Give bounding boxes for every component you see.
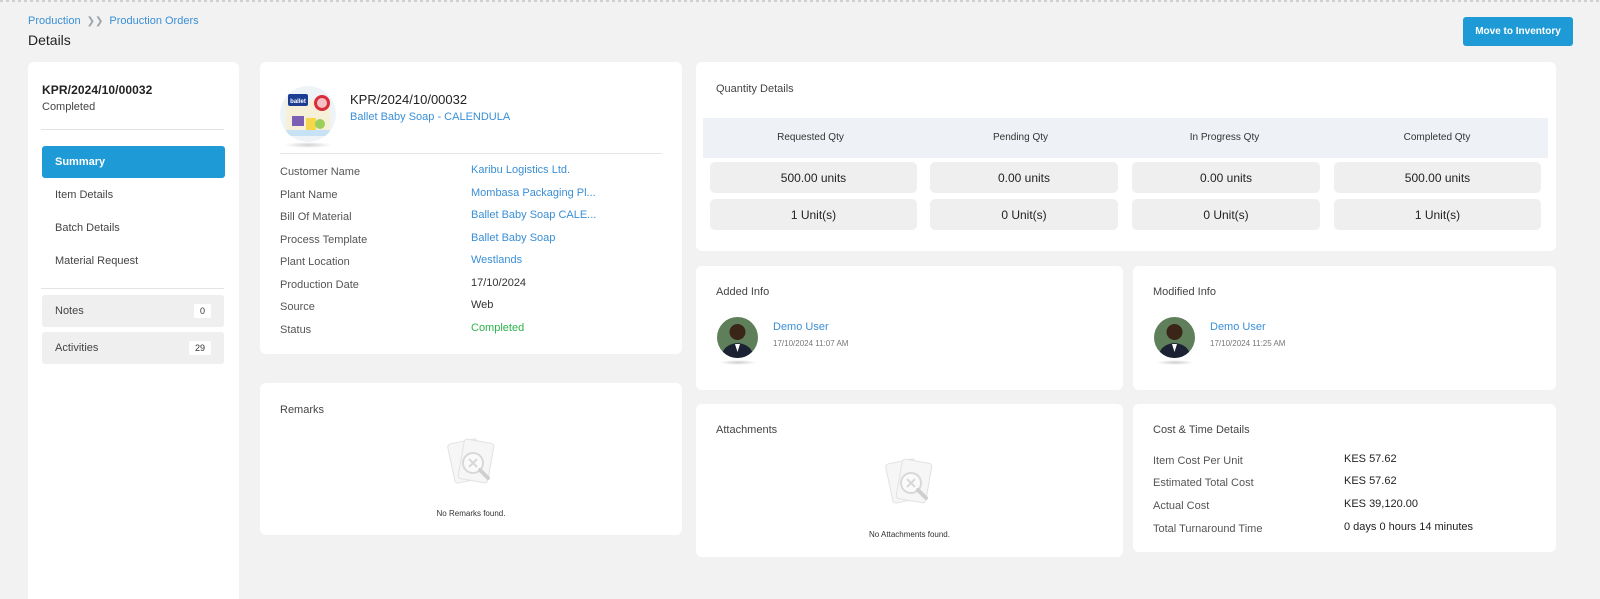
activities-label: Activities — [55, 342, 99, 354]
cost-title: Cost & Time Details — [1153, 424, 1250, 436]
sidebar-item-notes[interactable]: Notes 0 — [42, 295, 224, 327]
added-timestamp: 17/10/2024 11:07 AM — [773, 339, 849, 348]
notes-label: Notes — [55, 305, 84, 317]
breadcrumb-production-orders[interactable]: Production Orders — [109, 15, 198, 27]
quantity-cell: 0 Unit(s) — [1132, 199, 1320, 230]
added-info-title: Added Info — [716, 286, 770, 298]
cost-value-turnaround-time: 0 days 0 hours 14 minutes — [1344, 521, 1474, 533]
quantity-header-completed: Completed Qty — [1403, 132, 1471, 143]
field-label-source: Source — [280, 301, 315, 313]
modified-by-user-link[interactable]: Demo User — [1210, 321, 1266, 333]
sidebar-item-batch-details[interactable]: Batch Details — [42, 212, 225, 244]
modified-info-title: Modified Info — [1153, 286, 1216, 298]
quantity-table-header: Requested Qty Pending Qty In Progress Qt… — [703, 118, 1548, 158]
cost-value-item-cost-per-unit: KES 57.62 — [1344, 453, 1397, 465]
added-by-user-link[interactable]: Demo User — [773, 321, 829, 333]
avatar-shadow — [1156, 360, 1194, 365]
field-value-customer-name[interactable]: Karibu Logistics Ltd. — [471, 164, 570, 176]
attachments-card: Attachments No Attachments found. — [696, 404, 1123, 557]
product-image: ballet — [280, 86, 336, 142]
quantity-cell: 500.00 units — [710, 162, 917, 193]
quantity-details-card: Quantity Details Requested Qty Pending Q… — [696, 62, 1556, 251]
avatar — [717, 317, 758, 358]
field-value-production-date: 17/10/2024 — [471, 277, 527, 289]
field-value-plant-location[interactable]: Westlands — [471, 254, 522, 266]
remarks-title: Remarks — [280, 404, 325, 416]
field-label-customer-name: Customer Name — [280, 166, 361, 178]
sidebar-divider — [41, 129, 224, 130]
cost-label-turnaround-time: Total Turnaround Time — [1153, 523, 1263, 535]
quantity-cell: 0 Unit(s) — [930, 199, 1118, 230]
added-info-card: Added Info Demo User 17/10/2024 11:07 AM — [696, 266, 1123, 390]
sidebar-item-activities[interactable]: Activities 29 — [42, 332, 224, 364]
cost-time-card: Cost & Time Details Item Cost Per Unit K… — [1133, 404, 1556, 552]
sidebar-order-code: KPR/2024/10/00032 — [42, 83, 153, 97]
field-label-plant-name: Plant Name — [280, 189, 338, 201]
notes-count-badge: 0 — [193, 304, 211, 318]
remarks-card: Remarks No Remarks found. — [260, 383, 682, 535]
sidebar: KPR/2024/10/00032 Completed Summary Item… — [28, 62, 239, 599]
modified-info-card: Modified Info Demo User 17/10/2024 11:25… — [1133, 266, 1556, 390]
quantity-cell: 0.00 units — [930, 162, 1118, 193]
quantity-title: Quantity Details — [716, 83, 794, 95]
quantity-cell: 500.00 units — [1334, 162, 1541, 193]
product-name-link[interactable]: Ballet Baby Soap - CALENDULA — [350, 111, 510, 123]
sidebar-divider — [41, 288, 224, 289]
quantity-header-requested: Requested Qty — [777, 132, 844, 143]
quantity-header-pending: Pending Qty — [992, 132, 1049, 143]
field-label-production-date: Production Date — [280, 279, 359, 291]
quantity-cell: 1 Unit(s) — [1334, 199, 1541, 230]
divider — [280, 153, 662, 154]
page-title: Details — [28, 32, 71, 48]
cost-label-estimated-total: Estimated Total Cost — [1153, 477, 1254, 489]
quantity-cell: 0.00 units — [1132, 162, 1320, 193]
empty-search-icon — [439, 433, 503, 497]
sidebar-order-status: Completed — [42, 101, 96, 113]
product-image-shadow — [284, 142, 332, 148]
activities-count-badge: 29 — [188, 341, 211, 355]
attachments-empty-text: No Attachments found. — [869, 530, 950, 539]
top-border — [0, 0, 1600, 2]
quantity-header-in-progress: In Progress Qty — [1189, 132, 1260, 143]
chevron-right-icon: ❯❯ — [86, 15, 104, 27]
remarks-empty-text: No Remarks found. — [436, 509, 506, 518]
breadcrumb: Production ❯❯ Production Orders — [28, 15, 199, 27]
production-summary-card: ballet KPR/2024/10/00032 Ballet Baby Soa… — [260, 62, 682, 354]
attachments-title: Attachments — [716, 424, 778, 436]
field-value-status: Completed — [471, 322, 525, 334]
empty-search-icon — [877, 453, 941, 517]
cost-label-item-cost-per-unit: Item Cost Per Unit — [1153, 455, 1243, 467]
cost-value-actual-cost: KES 39,120.00 — [1344, 498, 1419, 510]
avatar-shadow — [719, 360, 757, 365]
modified-timestamp: 17/10/2024 11:25 AM — [1210, 339, 1286, 348]
field-label-plant-location: Plant Location — [280, 256, 350, 268]
move-to-inventory-button[interactable]: Move to Inventory — [1463, 17, 1573, 46]
field-label-bill-of-material: Bill Of Material — [280, 211, 352, 223]
product-logo-text: ballet — [290, 99, 306, 105]
quantity-cell: 1 Unit(s) — [710, 199, 917, 230]
field-label-process-template: Process Template — [280, 234, 368, 246]
field-value-plant-name[interactable]: Mombasa Packaging Pl... — [471, 187, 596, 199]
cost-label-actual-cost: Actual Cost — [1153, 500, 1210, 512]
field-value-bill-of-material[interactable]: Ballet Baby Soap CALE... — [471, 209, 596, 221]
breadcrumb-production[interactable]: Production — [28, 15, 81, 27]
cost-value-estimated-total: KES 57.62 — [1344, 475, 1397, 487]
field-label-status: Status — [280, 324, 312, 336]
sidebar-item-item-details[interactable]: Item Details — [42, 179, 225, 211]
sidebar-item-summary[interactable]: Summary — [42, 146, 225, 178]
product-order-code: KPR/2024/10/00032 — [350, 92, 468, 107]
field-value-source: Web — [471, 299, 494, 311]
avatar — [1154, 317, 1195, 358]
field-value-process-template[interactable]: Ballet Baby Soap — [471, 232, 555, 244]
sidebar-item-material-request[interactable]: Material Request — [42, 245, 225, 277]
